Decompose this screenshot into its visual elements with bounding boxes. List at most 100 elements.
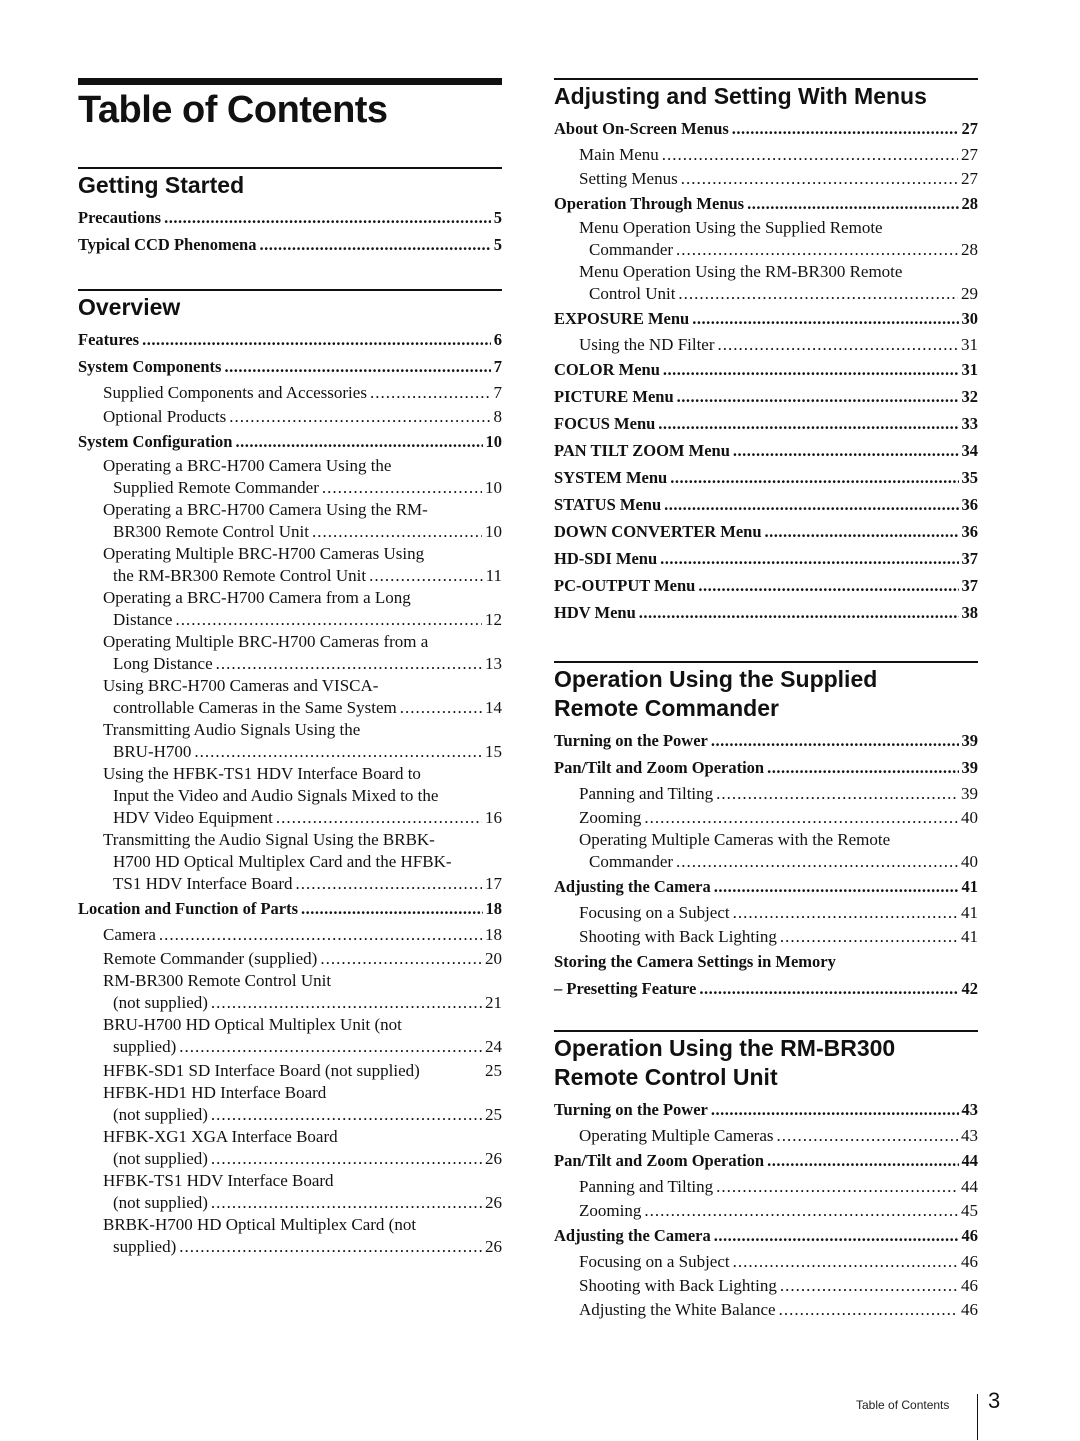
toc-page-number: 34 bbox=[961, 440, 979, 460]
toc-entry[interactable]: EXPOSURE Menu 30 bbox=[554, 305, 978, 332]
toc-entry[interactable]: Zooming 45 bbox=[554, 1198, 978, 1222]
toc-entry[interactable]: RM-BR300 Remote Control Unit (not supplie… bbox=[78, 970, 502, 1014]
section-getting-started: Getting StartedPrecautions5Typical CCD P… bbox=[78, 167, 502, 258]
toc-page-number: 43 bbox=[961, 1099, 979, 1119]
toc-entry[interactable]: PICTURE Menu 32 bbox=[554, 383, 978, 410]
toc-entry[interactable]: Operating a BRC-H700 Camera from a Long D… bbox=[78, 587, 502, 631]
section-title: Adjusting and Setting With Menus bbox=[554, 83, 927, 109]
toc-entry-label-line: TS1 HDV Interface Board bbox=[113, 874, 293, 893]
toc-entry[interactable]: PC-OUTPUT Menu 37 bbox=[554, 572, 978, 599]
toc-entry[interactable]: HDV Menu 38 bbox=[554, 599, 978, 626]
toc-entry[interactable]: – Presetting Feature 42 bbox=[554, 975, 978, 1002]
toc-entry[interactable]: Adjusting the Camera 46 bbox=[554, 1222, 978, 1249]
section-rule bbox=[554, 1030, 978, 1032]
toc-entry[interactable]: HFBK-HD1 HD Interface Board (not supplied… bbox=[78, 1082, 502, 1126]
toc-entry[interactable]: BRU-H700 HD Optical Multiplex Unit (not s… bbox=[78, 1014, 502, 1058]
toc-entry-last-line: Commander 40 bbox=[579, 851, 978, 873]
dot-leader bbox=[676, 239, 958, 261]
toc-entry-last-line: TS1 HDV Interface Board 17 bbox=[103, 873, 502, 895]
toc-entry-label-line: RM-BR300 Remote Control Unit bbox=[103, 971, 332, 990]
toc-entry[interactable]: Focusing on a Subject 46 bbox=[554, 1249, 978, 1273]
toc-entry[interactable]: Menu Operation Using the Supplied Remote… bbox=[554, 217, 978, 261]
toc-entry[interactable]: Main Menu 27 bbox=[554, 142, 978, 166]
toc-entry[interactable]: Precautions 5 bbox=[78, 204, 502, 231]
toc-entry[interactable]: FOCUS Menu 33 bbox=[554, 410, 978, 437]
toc-entry[interactable]: Using the ND Filter 31 bbox=[554, 332, 978, 356]
toc-page-number: 14 bbox=[485, 698, 502, 717]
toc-page-number: 28 bbox=[961, 193, 979, 213]
toc-entry-heading[interactable]: Storing the Camera Settings in Memory bbox=[554, 948, 978, 975]
toc-entry[interactable]: Turning on the Power 39 bbox=[554, 727, 978, 754]
toc-entry[interactable]: System Components 7 bbox=[78, 353, 502, 380]
toc-entry[interactable]: Transmitting the Audio Signal Using the … bbox=[78, 829, 502, 895]
toc-entry[interactable]: HD-SDI Menu 37 bbox=[554, 545, 978, 572]
toc-entry[interactable]: Optional Products 8 bbox=[78, 404, 502, 428]
toc-entry[interactable]: Menu Operation Using the RM-BR300 Remote… bbox=[554, 261, 978, 305]
toc-entry-last-line: Control Unit 29 bbox=[579, 283, 978, 305]
toc-entry[interactable]: Using BRC-H700 Cameras and VISCA-control… bbox=[78, 675, 502, 719]
toc-entry[interactable]: Adjusting the White Balance 46 bbox=[554, 1297, 978, 1321]
toc-entry[interactable]: System Configuration 10 bbox=[78, 428, 502, 455]
toc-entry[interactable]: Pan/Tilt and Zoom Operation 44 bbox=[554, 1147, 978, 1174]
toc-entry-label: About On-Screen Menus bbox=[554, 118, 729, 138]
toc-entry[interactable]: SYSTEM Menu 35 bbox=[554, 464, 978, 491]
toc-entry[interactable]: HFBK-XG1 XGA Interface Board (not supplie… bbox=[78, 1126, 502, 1170]
toc-entry[interactable]: Operation Through Menus 28 bbox=[554, 190, 978, 217]
toc-page-number: 27 bbox=[961, 145, 978, 164]
dot-leader bbox=[644, 807, 958, 829]
toc-entry[interactable]: PAN TILT ZOOM Menu 34 bbox=[554, 437, 978, 464]
toc-entry-label: HFBK-SD1 SD Interface Board (not supplie… bbox=[103, 1061, 420, 1080]
toc-entry[interactable]: About On-Screen Menus 27 bbox=[554, 115, 978, 142]
toc-page-number: 26 bbox=[485, 1237, 502, 1256]
toc-entry[interactable]: Panning and Tilting 44 bbox=[554, 1174, 978, 1198]
toc-page-number: 15 bbox=[485, 742, 502, 761]
toc-entry[interactable]: STATUS Menu 36 bbox=[554, 491, 978, 518]
toc-entry[interactable]: Operating Multiple BRC-H700 Cameras Usin… bbox=[78, 543, 502, 587]
toc-entry[interactable]: HFBK-TS1 HDV Interface Board (not supplie… bbox=[78, 1170, 502, 1214]
dot-leader bbox=[224, 356, 490, 378]
toc-entry-label: Adjusting the Camera bbox=[554, 876, 711, 896]
toc-page-number: 11 bbox=[485, 566, 502, 585]
toc-page-number: 39 bbox=[961, 757, 979, 777]
toc-entry[interactable]: Supplied Components and Accessories 7 bbox=[78, 380, 502, 404]
toc-entry[interactable]: Operating a BRC-H700 Camera Using the Sup… bbox=[78, 455, 502, 499]
toc-entry[interactable]: COLOR Menu 31 bbox=[554, 356, 978, 383]
toc-entry[interactable]: Pan/Tilt and Zoom Operation 39 bbox=[554, 754, 978, 781]
toc-entry[interactable]: Operating a BRC-H700 Camera Using the RM… bbox=[78, 499, 502, 543]
toc-entry[interactable]: Transmitting Audio Signals Using the BRU-… bbox=[78, 719, 502, 763]
toc-entry[interactable]: Features 6 bbox=[78, 326, 502, 353]
toc-entry[interactable]: Zooming 40 bbox=[554, 805, 978, 829]
dot-leader bbox=[175, 609, 482, 631]
toc-entry[interactable]: Panning and Tilting 39 bbox=[554, 781, 978, 805]
toc-entry[interactable]: Operating Multiple Cameras 43 bbox=[554, 1123, 978, 1147]
toc-entry-label-line: Transmitting the Audio Signal Using the … bbox=[103, 830, 435, 849]
toc-page-number: 40 bbox=[961, 852, 978, 871]
dot-leader bbox=[179, 1036, 482, 1058]
toc-entry[interactable]: Location and Function of Parts 18 bbox=[78, 895, 502, 922]
toc-entry[interactable]: Operating Multiple Cameras with the Remo… bbox=[554, 829, 978, 873]
toc-entry-label: Panning and Tilting bbox=[579, 784, 714, 803]
toc-entry[interactable]: DOWN CONVERTER Menu 36 bbox=[554, 518, 978, 545]
toc-page-number: 36 bbox=[961, 494, 979, 514]
section-supplied-remote-commander: Operation Using the Supplied Remote Comma… bbox=[554, 661, 978, 1002]
toc-entry[interactable]: Adjusting the Camera 41 bbox=[554, 873, 978, 900]
toc-entry[interactable]: Operating Multiple BRC-H700 Cameras from… bbox=[78, 631, 502, 675]
toc-entry[interactable]: Focusing on a Subject 41 bbox=[554, 900, 978, 924]
toc-page-number: 45 bbox=[961, 1201, 978, 1220]
dot-leader bbox=[301, 898, 482, 920]
toc-page-number: 5 bbox=[493, 207, 502, 227]
toc-entry[interactable]: Setting Menus 27 bbox=[554, 166, 978, 190]
toc-entry[interactable]: Using the HFBK-TS1 HDV Interface Board t… bbox=[78, 763, 502, 829]
toc-entry[interactable]: Shooting with Back Lighting 46 bbox=[554, 1273, 978, 1297]
toc-page-number: 35 bbox=[961, 467, 979, 487]
toc-entry[interactable]: BRBK-H700 HD Optical Multiplex Card (not… bbox=[78, 1214, 502, 1258]
toc-entry-label: Shooting with Back Lighting bbox=[579, 1276, 777, 1295]
toc-entry[interactable]: Shooting with Back Lighting 41 bbox=[554, 924, 978, 948]
toc-entry[interactable]: Camera 18 bbox=[78, 922, 502, 946]
toc-page-number: 20 bbox=[485, 949, 502, 968]
toc-entry[interactable]: HFBK-SD1 SD Interface Board (not supplie… bbox=[78, 1058, 502, 1082]
toc-entry[interactable]: Typical CCD Phenomena 5 bbox=[78, 231, 502, 258]
toc-page-number: 33 bbox=[961, 413, 979, 433]
toc-entry[interactable]: Remote Commander (supplied) 20 bbox=[78, 946, 502, 970]
toc-entry[interactable]: Turning on the Power 43 bbox=[554, 1096, 978, 1123]
